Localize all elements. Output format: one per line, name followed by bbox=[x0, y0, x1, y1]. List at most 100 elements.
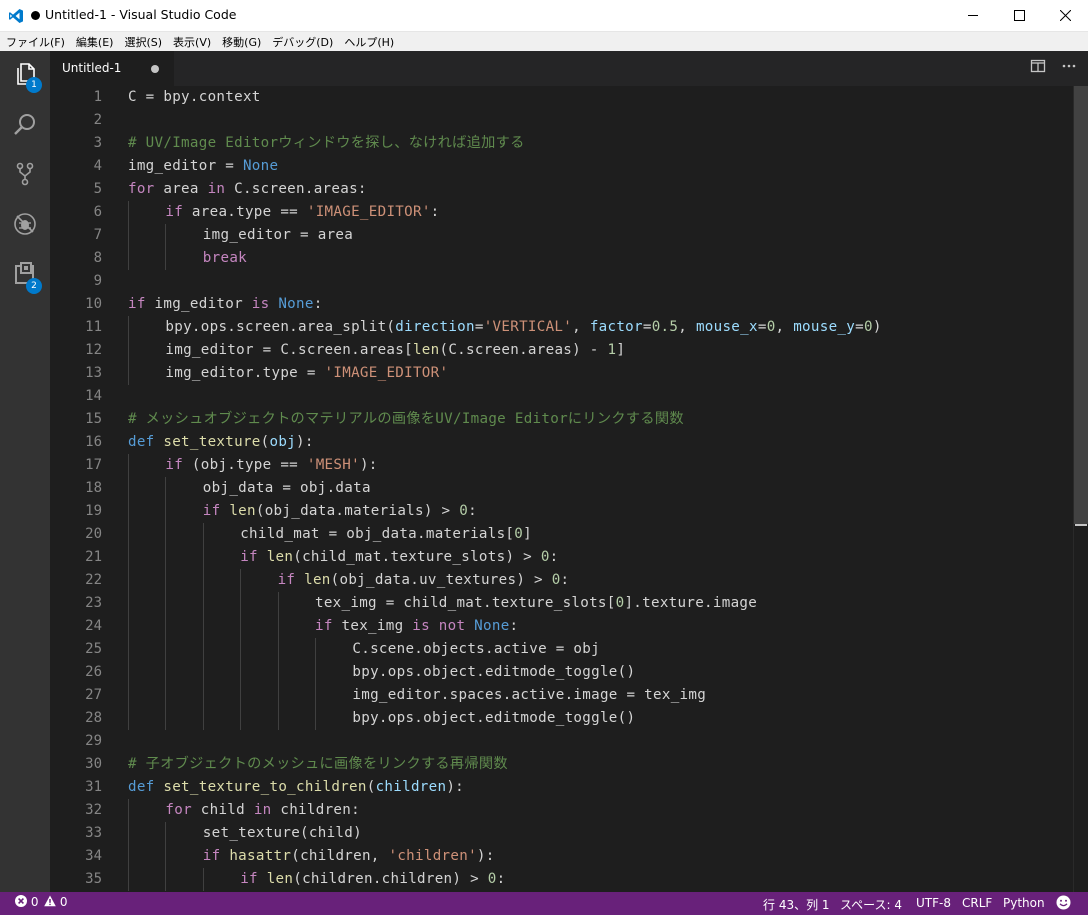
code-line[interactable]: 12 img_editor = C.screen.areas[len(C.scre… bbox=[50, 339, 1073, 362]
code-text: bpy.ops.object.editmode_toggle() bbox=[352, 710, 636, 726]
code-line[interactable]: 33 set_texture(child) bbox=[50, 822, 1073, 845]
code-text: if hasattr(children, 'children'): bbox=[202, 848, 495, 864]
line-number: 8 bbox=[93, 250, 102, 266]
code-line[interactable]: 27 img_editor.spaces.active.image = tex_i… bbox=[50, 684, 1073, 707]
extensions-button[interactable]: 2 bbox=[0, 251, 50, 301]
indent-guide bbox=[202, 592, 204, 615]
indent-guide bbox=[202, 523, 204, 546]
line-number: 31 bbox=[85, 779, 102, 795]
minimize-button[interactable] bbox=[950, 0, 996, 31]
eol-setting[interactable]: CRLF bbox=[962, 896, 992, 910]
code-line[interactable]: 16 def set_texture(obj): bbox=[50, 431, 1073, 454]
tab-untitled-1[interactable]: Untitled-1 bbox=[50, 51, 174, 86]
code-line[interactable]: 8 break bbox=[50, 247, 1073, 270]
code-line[interactable]: 15 # メッシュオブジェクトのマテリアルの画像をUV/Image Editorに… bbox=[50, 408, 1073, 431]
window-title: Untitled-1 - Visual Studio Code bbox=[45, 7, 237, 22]
indentation-setting[interactable]: スペース: 4 bbox=[840, 896, 902, 913]
menu-help[interactable]: ヘルプ(H) bbox=[338, 34, 399, 50]
indent-guide bbox=[240, 569, 242, 592]
menu-file[interactable]: ファイル(F) bbox=[0, 34, 70, 50]
menu-selection[interactable]: 選択(S) bbox=[118, 34, 167, 50]
feedback-smiley-icon[interactable] bbox=[1056, 895, 1071, 913]
debug-button[interactable] bbox=[0, 201, 50, 251]
maximize-button[interactable] bbox=[996, 0, 1042, 31]
code-line[interactable]: 29 bbox=[50, 730, 1073, 753]
indent-guide bbox=[240, 661, 242, 684]
code-editor[interactable]: 1C = bpy.context 2 3 # UV/Image Editorウィンドウ… bbox=[50, 86, 1073, 892]
line-number: 24 bbox=[85, 618, 102, 634]
more-actions-button[interactable] bbox=[1058, 57, 1080, 79]
indent-guide bbox=[165, 569, 167, 592]
line-number: 22 bbox=[85, 572, 102, 588]
warning-icon bbox=[44, 895, 60, 909]
close-button[interactable] bbox=[1042, 0, 1088, 31]
indent-guide bbox=[165, 615, 167, 638]
code-text: img_editor = area bbox=[202, 227, 354, 243]
code-line[interactable]: 18 obj_data = obj.data bbox=[50, 477, 1073, 500]
menu-bar: ファイル(F) 編集(E) 選択(S) 表示(V) 移動(G) デバッグ(D) … bbox=[0, 32, 1088, 51]
warnings-item[interactable]: 0 bbox=[44, 895, 67, 909]
indent-guide bbox=[165, 546, 167, 569]
search-button[interactable] bbox=[0, 101, 50, 151]
indent-guide bbox=[202, 569, 204, 592]
code-line[interactable]: 25 C.scene.objects.active = obj bbox=[50, 638, 1073, 661]
code-line[interactable]: 19 if len(obj_data.materials) > 0: bbox=[50, 500, 1073, 523]
indent-guide bbox=[277, 661, 279, 684]
code-line[interactable]: 13 img_editor.type = 'IMAGE_EDITOR' bbox=[50, 362, 1073, 385]
line-number: 21 bbox=[85, 549, 102, 565]
code-line[interactable]: 28 bpy.ops.object.editmode_toggle() bbox=[50, 707, 1073, 730]
code-line[interactable]: 23 tex_img = child_mat.texture_slots[0].t… bbox=[50, 592, 1073, 615]
code-line[interactable]: 20 child_mat = obj_data.materials[0] bbox=[50, 523, 1073, 546]
line-number: 18 bbox=[85, 480, 102, 496]
encoding-setting[interactable]: UTF-8 bbox=[916, 896, 951, 910]
indent-guide bbox=[128, 707, 129, 730]
line-number: 19 bbox=[85, 503, 102, 519]
menu-view[interactable]: 表示(V) bbox=[167, 34, 216, 50]
code-line[interactable]: 2 bbox=[50, 109, 1073, 132]
indent-guide bbox=[240, 684, 242, 707]
indent-guide bbox=[277, 684, 279, 707]
code-line[interactable]: 17 if (obj.type == 'MESH'): bbox=[50, 454, 1073, 477]
code-text: img_editor.type = 'IMAGE_EDITOR' bbox=[165, 365, 449, 381]
error-icon bbox=[15, 895, 31, 909]
code-line[interactable]: 11 bpy.ops.screen.area_split(direction='V… bbox=[50, 316, 1073, 339]
code-line[interactable]: 35 if len(children.children) > 0: bbox=[50, 868, 1073, 891]
code-line[interactable]: 34 if hasattr(children, 'children'): bbox=[50, 845, 1073, 868]
code-line[interactable]: 24 if tex_img is not None: bbox=[50, 615, 1073, 638]
errors-item[interactable]: 0 bbox=[15, 895, 38, 909]
code-line[interactable]: 4 img_editor = None bbox=[50, 155, 1073, 178]
code-line[interactable]: 3 # UV/Image Editorウィンドウを探し、なければ追加する bbox=[50, 132, 1073, 155]
menu-edit[interactable]: 編集(E) bbox=[70, 34, 119, 50]
code-line[interactable]: 7 img_editor = area bbox=[50, 224, 1073, 247]
code-text: if len(children.children) > 0: bbox=[240, 871, 506, 887]
indent-guide bbox=[128, 684, 129, 707]
menu-go[interactable]: 移動(G) bbox=[216, 34, 266, 50]
language-mode[interactable]: Python bbox=[1003, 896, 1045, 910]
indent-guide bbox=[165, 477, 167, 500]
code-line[interactable]: 21 if len(child_mat.texture_slots) > 0: bbox=[50, 546, 1073, 569]
explorer-button[interactable]: 1 bbox=[0, 51, 50, 101]
code-line[interactable]: 22 if len(obj_data.uv_textures) > 0: bbox=[50, 569, 1073, 592]
line-number: 13 bbox=[85, 365, 102, 381]
source-control-button[interactable] bbox=[0, 151, 50, 201]
code-line[interactable]: 1 C = bpy.context bbox=[50, 86, 1073, 109]
code-line[interactable]: 14 bbox=[50, 385, 1073, 408]
code-line[interactable]: 31 def set_texture_to_children(children): bbox=[50, 776, 1073, 799]
code-line[interactable]: 9 bbox=[50, 270, 1073, 293]
editor-scrollbar-thumb[interactable] bbox=[1074, 86, 1088, 524]
cursor-position[interactable]: 行 43、列 1 bbox=[763, 896, 830, 913]
code-line[interactable]: 32 for child in children: bbox=[50, 799, 1073, 822]
code-line[interactable]: 5 for area in C.screen.areas: bbox=[50, 178, 1073, 201]
code-text: img_editor = C.screen.areas[len(C.screen… bbox=[165, 342, 626, 358]
split-editor-button[interactable] bbox=[1027, 57, 1049, 79]
line-number: 33 bbox=[85, 825, 102, 841]
code-line[interactable]: 6 if area.type == 'IMAGE_EDITOR': bbox=[50, 201, 1073, 224]
indent-guide bbox=[165, 868, 167, 891]
menu-debug[interactable]: デバッグ(D) bbox=[266, 34, 338, 50]
indent-guide bbox=[315, 707, 316, 730]
unsaved-dot-icon[interactable] bbox=[151, 65, 159, 73]
code-line[interactable]: 26 bpy.ops.object.editmode_toggle() bbox=[50, 661, 1073, 684]
line-number: 29 bbox=[85, 733, 102, 749]
code-line[interactable]: 10 if img_editor is None: bbox=[50, 293, 1073, 316]
code-line[interactable]: 30 # 子オブジェクトのメッシュに画像をリンクする再帰関数 bbox=[50, 753, 1073, 776]
